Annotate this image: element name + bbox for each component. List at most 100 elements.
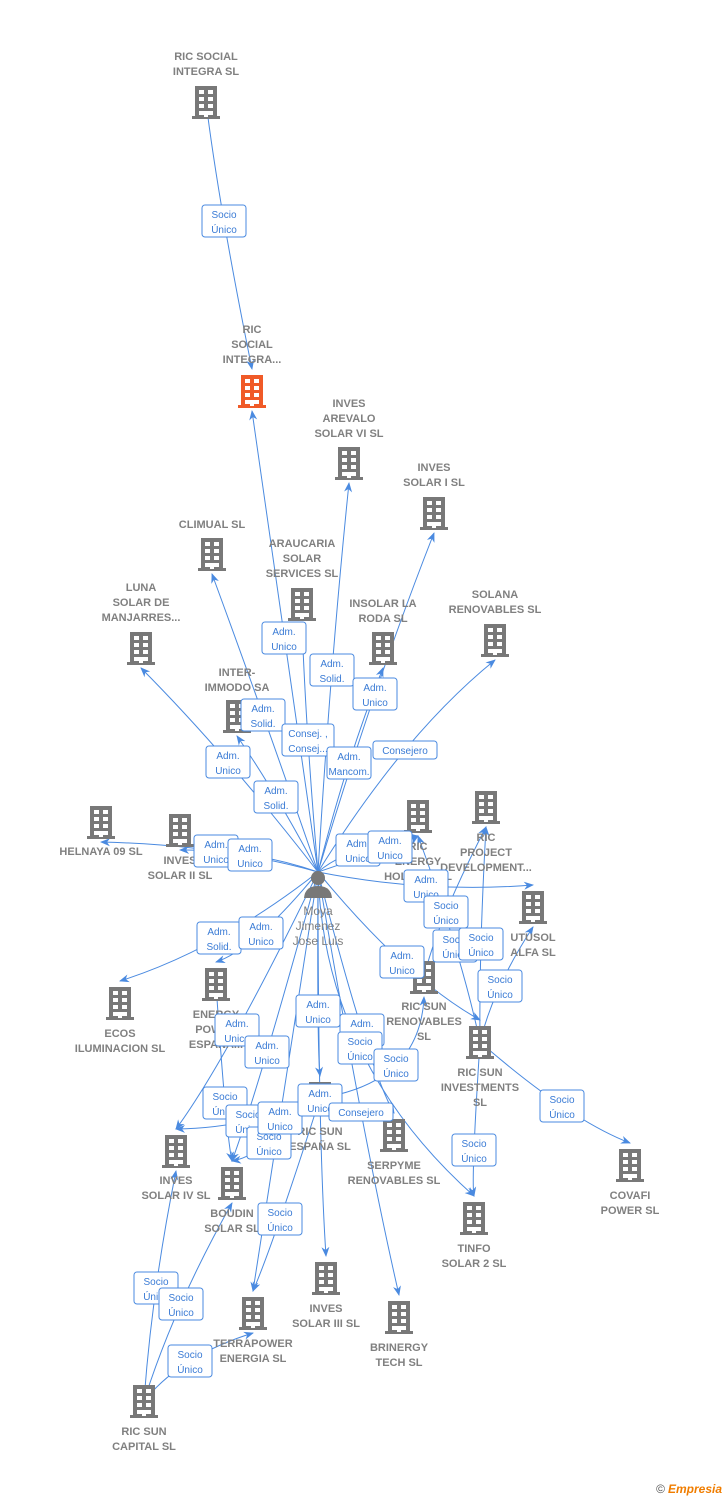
network-graph: RIC SOCIAL INTEGRA SL RIC SOCIAL INTEGRA... I…: [59, 51, 660, 1453]
company-name: SOLAR 2 SL: [442, 1258, 507, 1270]
relation-label[interactable]: Adm. Unico: [295, 994, 341, 1028]
company-node-ric-sun-investments[interactable]: RIC SUN INVESTMENTS SL: [441, 1026, 519, 1109]
relation-label-text: Único: [433, 914, 459, 927]
relation-label-text: Único: [177, 1363, 203, 1376]
relation-label-text: Solid.: [206, 942, 231, 953]
company-node-inves-solar-iii[interactable]: INVES SOLAR III SL: [292, 1262, 360, 1330]
building-icon: [472, 791, 500, 824]
company-node-inves-solar-iv[interactable]: INVES SOLAR IV SL: [141, 1135, 211, 1202]
building-icon: [288, 588, 316, 621]
relation-label[interactable]: Adm. Unico: [261, 621, 307, 655]
relation-label-text: Socio: [143, 1277, 168, 1288]
relation-label-text: Único: [211, 223, 237, 236]
company-name: SERVICES SL: [266, 568, 339, 580]
relation-label[interactable]: Adm. Unico: [379, 945, 425, 979]
company-node-inves-solar-i[interactable]: INVES SOLAR I SL: [403, 462, 465, 530]
company-node-terrapower[interactable]: TERRAPOWER ENERGIA SL: [213, 1297, 293, 1365]
company-name: SERPYME: [367, 1160, 421, 1172]
company-node-solana[interactable]: SOLANA RENOVABLES SL: [449, 589, 542, 657]
company-node-araucaria[interactable]: ARAUCARIA SOLAR SERVICES SL: [266, 538, 339, 621]
company-node-climual[interactable]: CLIMUAL SL: [179, 519, 246, 571]
person-name: Jimenez: [296, 919, 341, 933]
relation-label[interactable]: Adm. Unico: [257, 1101, 303, 1135]
company-node-tinfo[interactable]: TINFO SOLAR 2 SL: [442, 1202, 507, 1270]
relation-label[interactable]: Socio Único: [539, 1089, 585, 1123]
relation-label[interactable]: Adm. Unico: [244, 1035, 290, 1069]
company-node-ric-project[interactable]: RIC PROJECT DEVELOPMENT...: [440, 791, 532, 874]
company-node-covafi[interactable]: COVAFI POWER SL: [601, 1149, 660, 1217]
company-name: INSOLAR LA: [349, 598, 416, 610]
relation-label[interactable]: Adm. Unico: [205, 745, 251, 779]
company-node-luna[interactable]: LUNA SOLAR DE MANJARRES...: [102, 582, 181, 665]
relation-label-text: Socio: [212, 1092, 237, 1103]
building-icon: [519, 891, 547, 924]
building-icon: [130, 1385, 158, 1418]
relation-label[interactable]: Adm. Solid.: [196, 921, 242, 955]
company-name: ENERGIA SL: [220, 1353, 287, 1365]
relation-label[interactable]: Socio Único: [423, 895, 469, 929]
relation-label-text: Unico: [237, 859, 263, 870]
building-icon: [380, 1119, 408, 1152]
company-node-boudin[interactable]: BOUDIN SOLAR SL: [204, 1167, 260, 1235]
relation-label-text: Unico: [254, 1056, 280, 1067]
company-node-ric-sun-capital[interactable]: RIC SUN CAPITAL SL: [112, 1385, 176, 1453]
company-node-brinergy[interactable]: BRINERGY TECH SL: [370, 1301, 429, 1369]
relation-label[interactable]: Adm. Unico: [367, 830, 413, 864]
company-name: RIC SUN: [401, 1001, 446, 1013]
company-name: SL: [417, 1031, 431, 1043]
relation-label-text: Mancom.: [328, 767, 369, 778]
relation-label-text: Único: [267, 1221, 293, 1234]
relation-label[interactable]: Socio Único: [477, 969, 523, 1003]
company-name: SOLAR II SL: [148, 870, 213, 882]
company-name: INVES: [332, 398, 365, 410]
relation-label-text: Adm.: [363, 683, 386, 694]
company-name: HELNAYA 09 SL: [59, 846, 142, 858]
company-name: RIC SUN: [297, 1126, 342, 1138]
company-node-inves-arevalo[interactable]: INVES AREVALO SOLAR VI SL: [314, 398, 384, 480]
relation-label[interactable]: Consejero: [372, 740, 438, 760]
relation-label-text: Único: [383, 1067, 409, 1080]
relation-label[interactable]: Adm. Solid.: [309, 653, 355, 687]
relation-label[interactable]: Socio Único: [257, 1202, 303, 1236]
relation-label[interactable]: Adm. Solid.: [253, 780, 299, 814]
company-node-utusol[interactable]: UTUSOL ALFA SL: [510, 891, 556, 959]
relation-label[interactable]: Socio Único: [373, 1048, 419, 1082]
relation-label-text: Adm.: [346, 839, 369, 850]
company-name: CAPITAL SL: [112, 1441, 176, 1453]
relation-label[interactable]: Adm. Mancom.: [326, 746, 372, 780]
building-icon: [616, 1149, 644, 1182]
company-name: SL: [473, 1097, 487, 1109]
relation-label-text: Adm.: [225, 1019, 248, 1030]
brand-logo: Empresia: [667, 1482, 722, 1496]
relation-label[interactable]: Consej. , Consej...: [281, 723, 335, 757]
relation-label[interactable]: Adm. Unico: [352, 677, 398, 711]
relation-label-text: Único: [347, 1050, 373, 1063]
company-name: SOLAR: [283, 553, 322, 565]
relation-label-text: Unico: [362, 698, 388, 709]
relation-label[interactable]: Socio Único: [451, 1133, 497, 1167]
building-icon: [239, 1297, 267, 1330]
relation-label[interactable]: Adm. Unico: [227, 838, 273, 872]
company-node-insolar[interactable]: INSOLAR LA RODA SL: [349, 598, 417, 665]
relation-label-text: Socio: [487, 975, 512, 986]
relation-label[interactable]: Adm. Solid.: [240, 698, 286, 732]
building-icon: [166, 814, 194, 847]
company-node-ric-social-integra-main[interactable]: RIC SOCIAL INTEGRA...: [223, 324, 282, 408]
company-node-helnaya[interactable]: HELNAYA 09 SL: [59, 806, 143, 858]
relation-label[interactable]: Socio Único: [167, 1344, 213, 1378]
relation-label[interactable]: Socio Único: [201, 204, 247, 238]
relation-label[interactable]: Socio Único: [158, 1287, 204, 1321]
company-node-ecos[interactable]: ECOS ILUMINACION SL: [75, 987, 166, 1055]
company-node-serpyme[interactable]: SERPYME RENOVABLES SL: [348, 1119, 441, 1187]
company-name: RIC SOCIAL: [174, 51, 238, 63]
company-name: INTEGRA SL: [173, 66, 239, 78]
company-node-ric-social-integra-sl[interactable]: RIC SOCIAL INTEGRA SL: [173, 51, 239, 119]
company-name: BRINERGY: [370, 1342, 429, 1354]
relation-label-text: Adm.: [264, 786, 287, 797]
relation-label-text: Unico: [305, 1015, 331, 1026]
relation-label[interactable]: Socio Único: [458, 927, 504, 961]
building-icon: [312, 1262, 340, 1295]
person-node[interactable]: MoyaJimenezJose Luis: [293, 871, 344, 948]
relation-label[interactable]: Consejero: [328, 1102, 394, 1122]
relation-label[interactable]: Adm. Unico: [238, 916, 284, 950]
